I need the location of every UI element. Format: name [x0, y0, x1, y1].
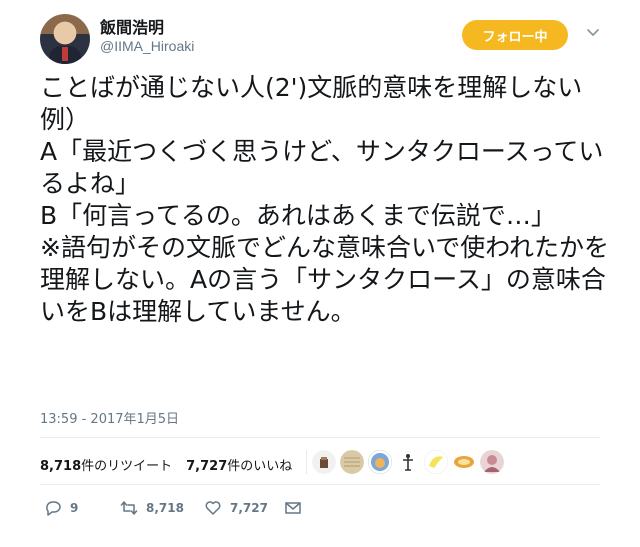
retweet-icon [120, 501, 138, 515]
liker-avatar[interactable] [452, 450, 476, 474]
reply-action[interactable]: 9 [44, 498, 78, 518]
message-icon [285, 502, 301, 514]
liker-avatar[interactable] [424, 450, 448, 474]
divider-bottom [40, 484, 600, 485]
reply-icon [46, 501, 61, 516]
liker-avatar[interactable] [480, 450, 504, 474]
chevron-down-icon[interactable] [586, 26, 600, 40]
likes-count: 7,727 [186, 459, 228, 474]
tweet-text: ことばが通じない人(2')文脈的意味を理解しない 例） A「最近つくづく思うけど… [40, 73, 609, 326]
like-count: 7,727 [230, 501, 268, 515]
message-action[interactable] [284, 498, 302, 518]
avatar[interactable] [40, 14, 90, 64]
retweet-action[interactable]: 8,718 [120, 498, 184, 518]
engagement-stats: 8,718件のリツイート 7,727件のいいね [40, 455, 292, 474]
likes-stat[interactable]: 7,727件のいいね [186, 455, 292, 474]
tweet-timestamp[interactable]: 13:59 - 2017年1月5日 [40, 408, 179, 427]
follow-button[interactable]: フォロー中 [462, 20, 568, 50]
display-name[interactable]: 飯間浩明 [100, 14, 164, 38]
liker-avatar[interactable] [396, 450, 420, 474]
like-icon [205, 501, 221, 515]
retweets-stat[interactable]: 8,718件のリツイート [40, 455, 172, 474]
stats-separator [306, 450, 307, 474]
likes-label: 件のいいね [227, 459, 293, 474]
liker-avatar[interactable] [340, 450, 364, 474]
retweets-count: 8,718 [40, 459, 82, 474]
divider-top [40, 437, 600, 438]
avatar-tie [62, 47, 68, 61]
retweets-label: 件のリツイート [81, 459, 173, 474]
like-action[interactable]: 7,727 [204, 498, 268, 518]
retweet-count: 8,718 [146, 501, 184, 515]
liker-avatar[interactable] [312, 450, 336, 474]
reply-count: 9 [70, 501, 79, 515]
user-handle[interactable]: @IIMA_Hiroaki [100, 38, 194, 54]
liker-avatar[interactable] [368, 450, 392, 474]
